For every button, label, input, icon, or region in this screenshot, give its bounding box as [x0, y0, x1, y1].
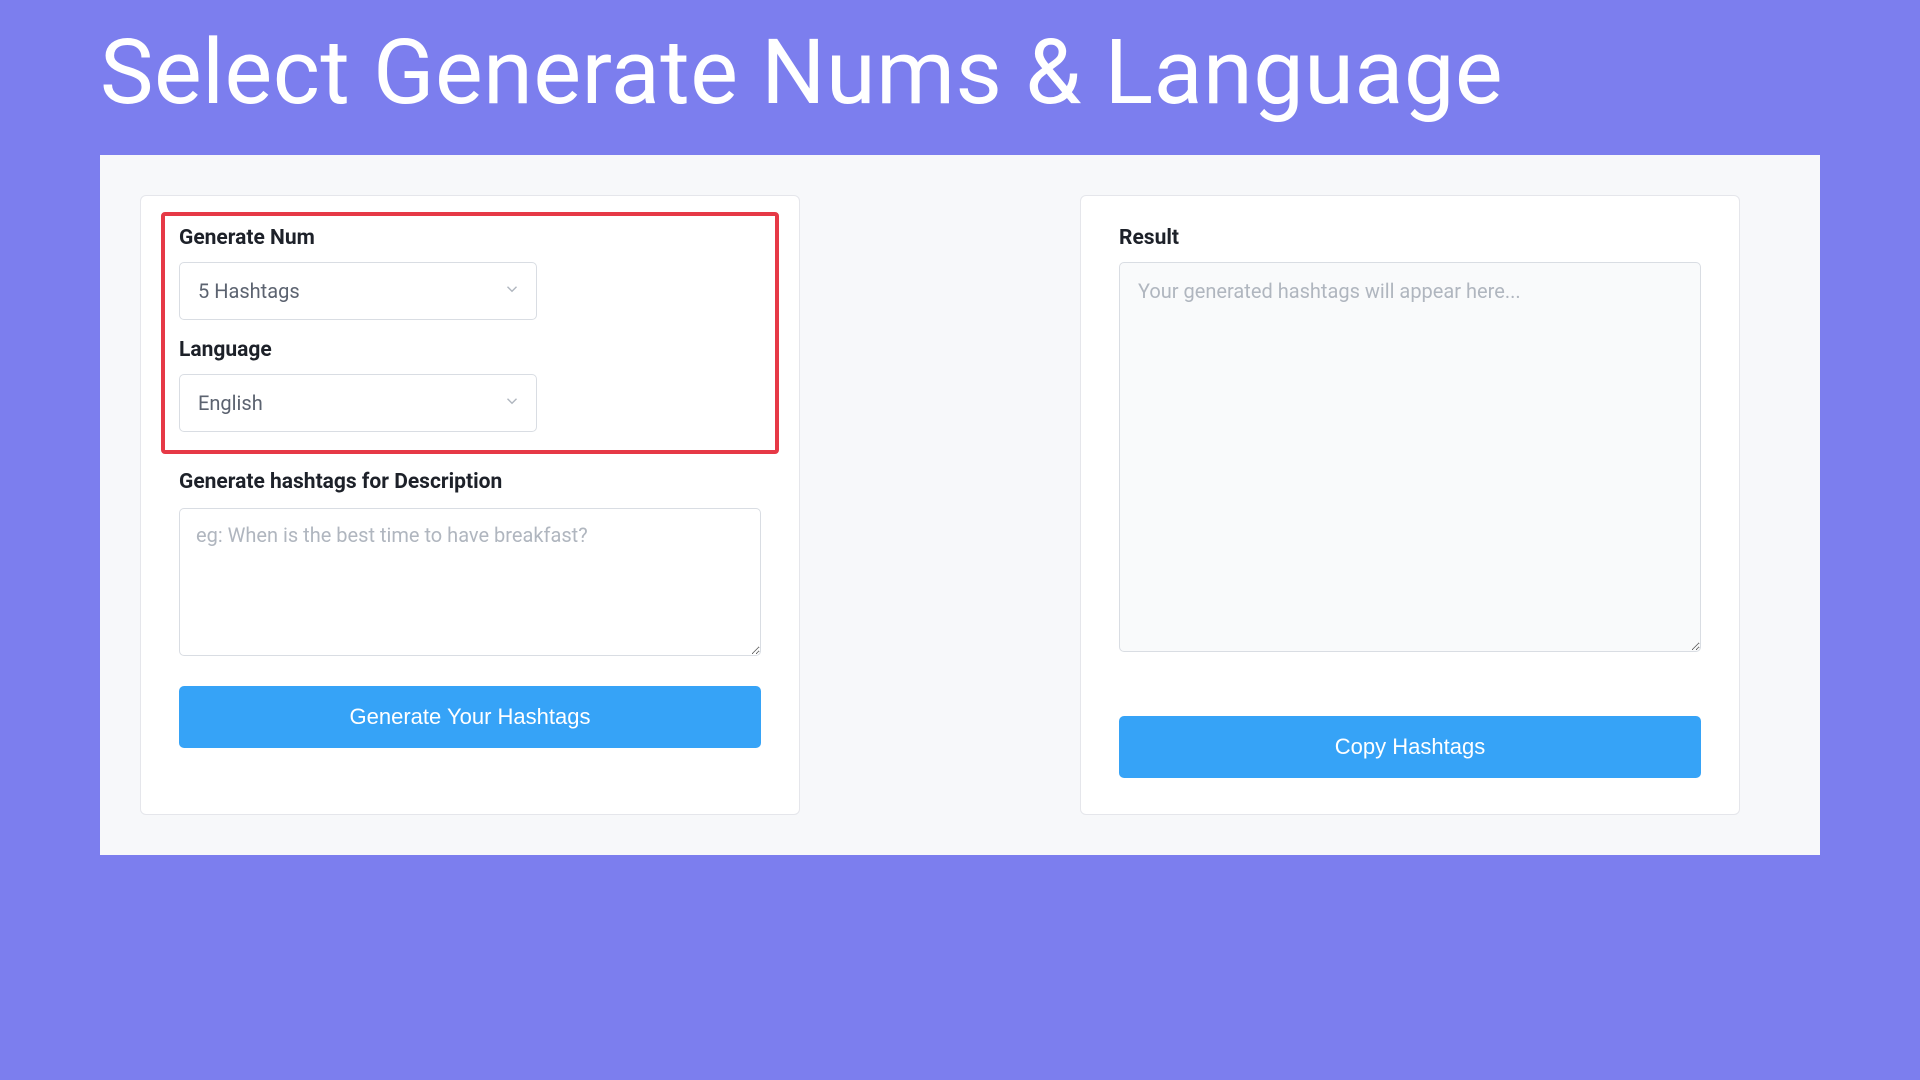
- highlight-box: Generate Num 5 Hashtags Language English: [161, 212, 779, 454]
- result-output[interactable]: [1119, 262, 1701, 652]
- result-card: Result Copy Hashtags: [1080, 195, 1740, 815]
- page-title: Select Generate Nums & Language: [0, 0, 1920, 135]
- generate-num-select-wrap: 5 Hashtags: [179, 262, 537, 320]
- description-input[interactable]: [179, 508, 761, 656]
- main-panel: Generate Num 5 Hashtags Language English: [100, 155, 1820, 855]
- generate-num-select[interactable]: 5 Hashtags: [179, 262, 537, 320]
- generate-num-value: 5 Hashtags: [198, 279, 300, 303]
- copy-button[interactable]: Copy Hashtags: [1119, 716, 1701, 778]
- language-value: English: [198, 391, 263, 415]
- language-select[interactable]: English: [179, 374, 537, 432]
- generate-button[interactable]: Generate Your Hashtags: [179, 686, 761, 748]
- generate-num-group: Generate Num 5 Hashtags: [179, 226, 761, 320]
- description-label: Generate hashtags for Description: [179, 470, 761, 494]
- result-label: Result: [1119, 226, 1701, 250]
- language-label: Language: [179, 338, 761, 362]
- language-select-wrap: English: [179, 374, 537, 432]
- generator-card: Generate Num 5 Hashtags Language English: [140, 195, 800, 815]
- generate-num-label: Generate Num: [179, 226, 761, 250]
- language-group: Language English: [179, 338, 761, 432]
